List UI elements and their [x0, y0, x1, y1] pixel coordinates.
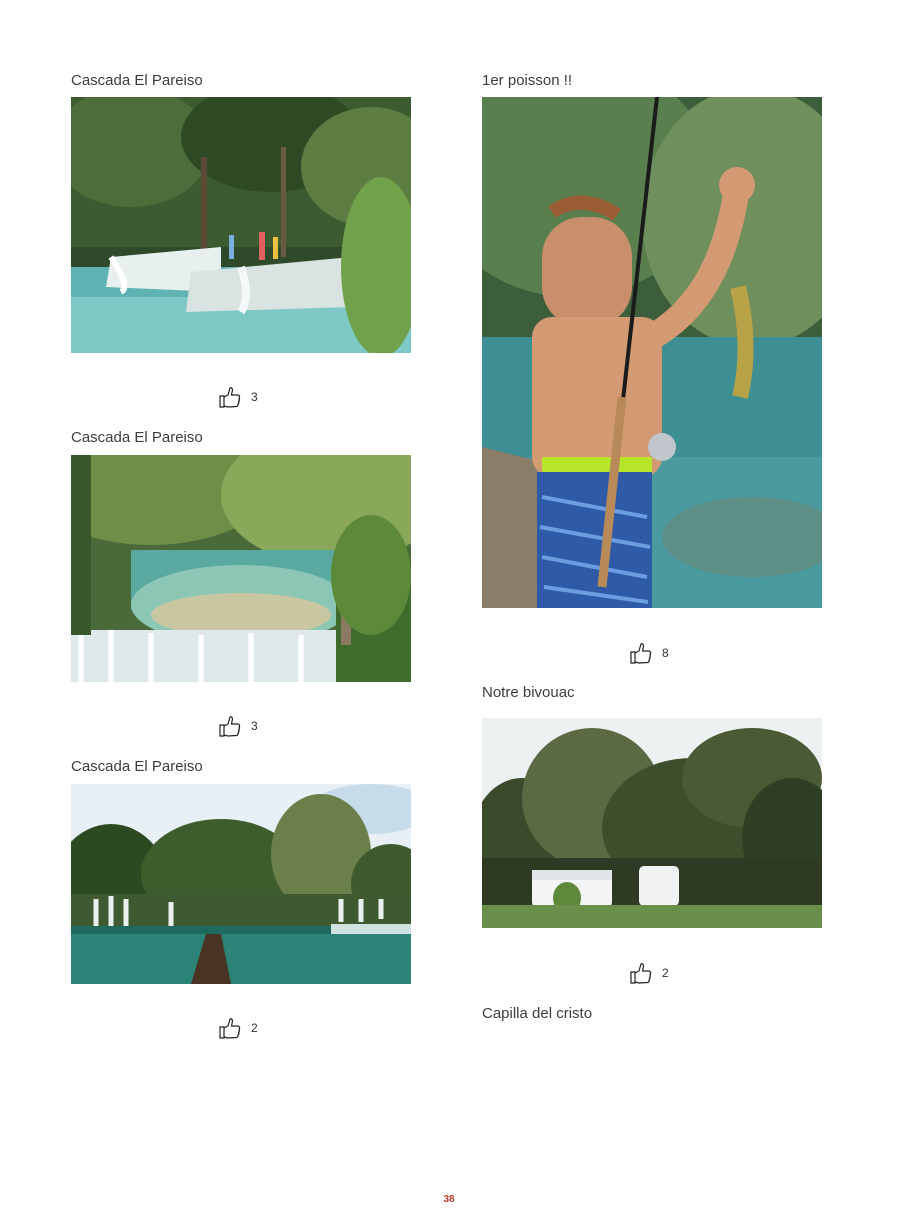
- photo-title: Cascada El Pareiso: [71, 758, 203, 775]
- boy-fishing-photo[interactable]: [482, 97, 822, 608]
- like-button[interactable]: 2: [629, 960, 669, 986]
- photo-title: Notre bivouac: [482, 684, 575, 701]
- like-count: 8: [662, 646, 669, 660]
- photo-title: Cascada El Pareiso: [71, 72, 203, 89]
- waterfall-landscape-photo[interactable]: [71, 784, 411, 984]
- thumbs-up-icon: [630, 963, 652, 984]
- thumbs-up-icon: [219, 387, 241, 408]
- like-count: 2: [662, 966, 669, 980]
- campers-photo[interactable]: [482, 718, 822, 928]
- photo-title: 1er poisson !!: [482, 72, 573, 89]
- like-count: 3: [251, 719, 258, 733]
- like-button[interactable]: 8: [629, 640, 669, 666]
- thumbs-up-icon: [219, 716, 241, 737]
- page-number: 38: [443, 1194, 455, 1205]
- like-button[interactable]: 3: [218, 384, 258, 410]
- like-button[interactable]: 3: [218, 713, 258, 739]
- thumbs-up-icon: [219, 1018, 241, 1039]
- like-count: 3: [251, 390, 258, 404]
- photo-title: Capilla del cristo: [482, 1005, 593, 1022]
- like-button[interactable]: 2: [218, 1015, 258, 1041]
- waterfall-photo[interactable]: [71, 97, 411, 353]
- like-count: 2: [251, 1021, 258, 1035]
- photo-title: Cascada El Pareiso: [71, 429, 203, 446]
- waterfall-pools-photo[interactable]: [71, 455, 411, 682]
- thumbs-up-icon: [630, 643, 652, 664]
